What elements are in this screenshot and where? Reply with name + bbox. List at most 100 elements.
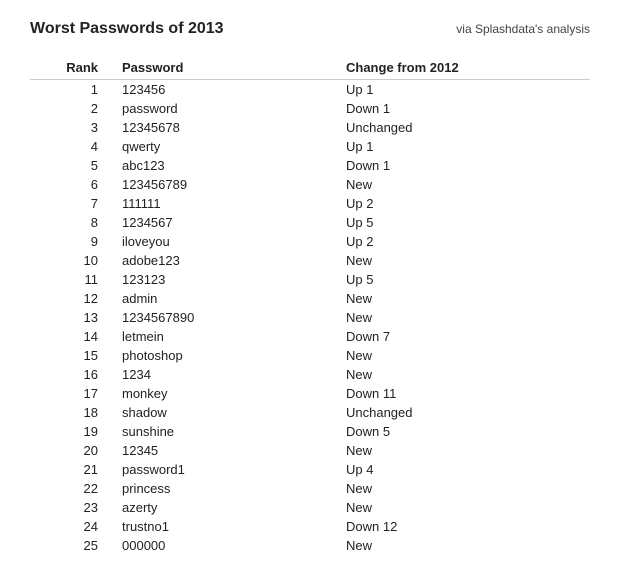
rank-cell: 8 [30,213,114,232]
change-cell: New [338,289,590,308]
rank-cell: 1 [30,80,114,100]
rank-cell: 25 [30,536,114,555]
change-cell: Up 2 [338,194,590,213]
rank-cell: 23 [30,498,114,517]
password-cell: admin [114,289,338,308]
table-row: 22princessNew [30,479,590,498]
change-cell: New [338,441,590,460]
rank-cell: 5 [30,156,114,175]
rank-cell: 6 [30,175,114,194]
rank-cell: 24 [30,517,114,536]
page-subtitle: via Splashdata's analysis [456,22,590,36]
password-cell: password1 [114,460,338,479]
password-cell: 1234567890 [114,308,338,327]
change-cell: New [338,251,590,270]
rank-cell: 22 [30,479,114,498]
rank-cell: 11 [30,270,114,289]
rank-cell: 21 [30,460,114,479]
password-cell: monkey [114,384,338,403]
password-cell: shadow [114,403,338,422]
password-cell: princess [114,479,338,498]
table-row: 9iloveyouUp 2 [30,232,590,251]
change-cell: Up 1 [338,137,590,156]
change-cell: New [338,536,590,555]
password-cell: adobe123 [114,251,338,270]
table-row: 2passwordDown 1 [30,99,590,118]
table-row: 25000000New [30,536,590,555]
change-header: Change from 2012 [338,56,590,80]
table-row: 312345678Unchanged [30,118,590,137]
change-cell: New [338,365,590,384]
rank-cell: 4 [30,137,114,156]
rank-cell: 10 [30,251,114,270]
change-cell: New [338,498,590,517]
table-row: 15photoshopNew [30,346,590,365]
table-row: 1123456Up 1 [30,80,590,100]
rank-cell: 12 [30,289,114,308]
password-cell: photoshop [114,346,338,365]
password-cell: letmein [114,327,338,346]
change-cell: Up 1 [338,80,590,100]
rank-cell: 17 [30,384,114,403]
change-cell: New [338,308,590,327]
rank-cell: 15 [30,346,114,365]
change-cell: Up 4 [338,460,590,479]
passwords-table: Rank Password Change from 2012 1123456Up… [30,56,590,555]
password-cell: sunshine [114,422,338,441]
table-row: 24trustno1Down 12 [30,517,590,536]
password-cell: iloveyou [114,232,338,251]
rank-cell: 18 [30,403,114,422]
table-row: 131234567890New [30,308,590,327]
password-cell: 12345 [114,441,338,460]
table-row: 23azertyNew [30,498,590,517]
table-row: 19sunshineDown 5 [30,422,590,441]
change-cell: Down 11 [338,384,590,403]
change-cell: New [338,175,590,194]
table-row: 17monkeyDown 11 [30,384,590,403]
table-row: 14letmeinDown 7 [30,327,590,346]
rank-cell: 13 [30,308,114,327]
page-header: Worst Passwords of 2013 via Splashdata's… [30,20,590,38]
change-cell: Unchanged [338,118,590,137]
password-cell: 123456789 [114,175,338,194]
password-cell: 123123 [114,270,338,289]
rank-cell: 3 [30,118,114,137]
rank-cell: 7 [30,194,114,213]
password-cell: 123456 [114,80,338,100]
password-header: Password [114,56,338,80]
table-row: 7111111Up 2 [30,194,590,213]
password-cell: abc123 [114,156,338,175]
table-row: 6123456789New [30,175,590,194]
rank-cell: 9 [30,232,114,251]
table-row: 81234567Up 5 [30,213,590,232]
change-cell: Down 12 [338,517,590,536]
change-cell: Up 5 [338,270,590,289]
table-row: 12adminNew [30,289,590,308]
table-row: 2012345New [30,441,590,460]
rank-cell: 16 [30,365,114,384]
change-cell: Unchanged [338,403,590,422]
table-row: 21password1Up 4 [30,460,590,479]
password-cell: azerty [114,498,338,517]
table-row: 161234New [30,365,590,384]
rank-cell: 20 [30,441,114,460]
change-cell: Down 1 [338,99,590,118]
table-row: 10adobe123New [30,251,590,270]
page-title: Worst Passwords of 2013 [30,20,224,38]
table-row: 5abc123Down 1 [30,156,590,175]
password-cell: qwerty [114,137,338,156]
table-row: 11123123Up 5 [30,270,590,289]
change-cell: Up 5 [338,213,590,232]
password-cell: 1234 [114,365,338,384]
rank-cell: 19 [30,422,114,441]
change-cell: New [338,479,590,498]
table-header-row: Rank Password Change from 2012 [30,56,590,80]
rank-header: Rank [30,56,114,80]
change-cell: Down 5 [338,422,590,441]
change-cell: Down 7 [338,327,590,346]
password-cell: password [114,99,338,118]
password-cell: 000000 [114,536,338,555]
change-cell: Up 2 [338,232,590,251]
change-cell: Down 1 [338,156,590,175]
change-cell: New [338,346,590,365]
